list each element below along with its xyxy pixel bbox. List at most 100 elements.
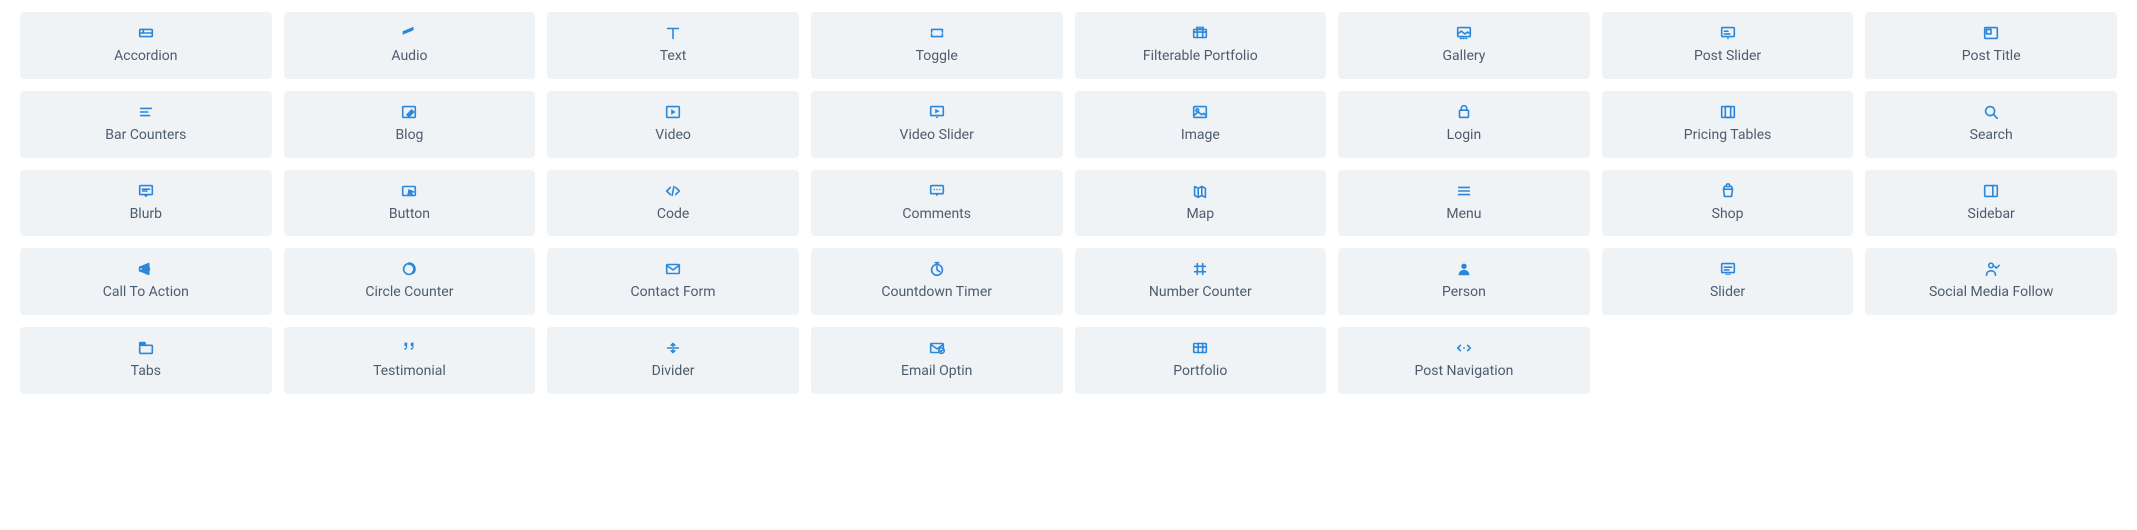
- module-tile-button[interactable]: Button: [284, 170, 536, 237]
- blog-icon: [400, 103, 418, 121]
- module-label: Post Navigation: [1415, 363, 1514, 380]
- module-tile-login[interactable]: Login: [1338, 91, 1590, 158]
- module-label: Login: [1447, 127, 1482, 144]
- module-label: Countdown Timer: [881, 284, 992, 301]
- blurb-icon: [137, 182, 155, 200]
- login-icon: [1455, 103, 1473, 121]
- module-tile-post-slider[interactable]: Post Slider: [1602, 12, 1854, 79]
- module-tile-divider[interactable]: Divider: [547, 327, 799, 394]
- module-tile-code[interactable]: Code: [547, 170, 799, 237]
- module-tile-pricing-tables[interactable]: Pricing Tables: [1602, 91, 1854, 158]
- menu-icon: [1455, 182, 1473, 200]
- module-tile-call-to-action[interactable]: Call To Action: [20, 248, 272, 315]
- module-label: Tabs: [131, 363, 161, 380]
- module-tile-person[interactable]: Person: [1338, 248, 1590, 315]
- module-tile-testimonial[interactable]: Testimonial: [284, 327, 536, 394]
- module-label: Circle Counter: [365, 284, 453, 301]
- module-tile-search[interactable]: Search: [1865, 91, 2117, 158]
- module-grid: Accordion Audio Text Toggle Filterable Portf…: [20, 12, 2117, 394]
- module-label: Social Media Follow: [1929, 284, 2053, 301]
- module-label: Sidebar: [1968, 206, 2015, 223]
- post-slider-icon: [1719, 24, 1737, 42]
- module-tile-text[interactable]: Text: [547, 12, 799, 79]
- person-icon: [1455, 260, 1473, 278]
- module-label: Bar Counters: [105, 127, 186, 144]
- module-label: Search: [1970, 127, 2013, 144]
- module-tile-blog[interactable]: Blog: [284, 91, 536, 158]
- module-label: Text: [660, 48, 687, 65]
- module-tile-shop[interactable]: Shop: [1602, 170, 1854, 237]
- comments-icon: [928, 182, 946, 200]
- module-tile-accordion[interactable]: Accordion: [20, 12, 272, 79]
- filterable-portfolio-icon: [1191, 24, 1209, 42]
- module-tile-circle-counter[interactable]: Circle Counter: [284, 248, 536, 315]
- social-media-follow-icon: [1982, 260, 2000, 278]
- module-tile-email-optin[interactable]: Email Optin: [811, 327, 1063, 394]
- module-label: Map: [1186, 206, 1214, 223]
- module-tile-blurb[interactable]: Blurb: [20, 170, 272, 237]
- module-tile-video-slider[interactable]: Video Slider: [811, 91, 1063, 158]
- button-icon: [400, 182, 418, 200]
- module-label: Portfolio: [1173, 363, 1227, 380]
- module-tile-portfolio[interactable]: Portfolio: [1075, 327, 1327, 394]
- module-tile-number-counter[interactable]: Number Counter: [1075, 248, 1327, 315]
- image-icon: [1191, 103, 1209, 121]
- slider-icon: [1719, 260, 1737, 278]
- module-label: Divider: [652, 363, 695, 380]
- module-tile-map[interactable]: Map: [1075, 170, 1327, 237]
- countdown-timer-icon: [928, 260, 946, 278]
- sidebar-icon: [1982, 182, 2000, 200]
- module-tile-filterable-portfolio[interactable]: Filterable Portfolio: [1075, 12, 1327, 79]
- video-slider-icon: [928, 103, 946, 121]
- module-label: Person: [1442, 284, 1486, 301]
- module-label: Blurb: [130, 206, 162, 223]
- module-tile-contact-form[interactable]: Contact Form: [547, 248, 799, 315]
- module-label: Video: [655, 127, 691, 144]
- module-label: Image: [1181, 127, 1220, 144]
- module-label: Number Counter: [1149, 284, 1252, 301]
- module-label: Contact Form: [631, 284, 716, 301]
- shop-icon: [1719, 182, 1737, 200]
- module-tile-post-navigation[interactable]: Post Navigation: [1338, 327, 1590, 394]
- module-label: Blog: [395, 127, 423, 144]
- accordion-icon: [137, 24, 155, 42]
- number-counter-icon: [1191, 260, 1209, 278]
- module-label: Filterable Portfolio: [1143, 48, 1258, 65]
- module-label: Testimonial: [373, 363, 446, 380]
- module-label: Audio: [391, 48, 427, 65]
- module-label: Call To Action: [103, 284, 189, 301]
- divider-icon: [664, 339, 682, 357]
- module-label: Menu: [1446, 206, 1481, 223]
- module-tile-post-title[interactable]: Post Title: [1865, 12, 2117, 79]
- code-icon: [664, 182, 682, 200]
- module-label: Comments: [902, 206, 971, 223]
- video-icon: [664, 103, 682, 121]
- post-navigation-icon: [1455, 339, 1473, 357]
- module-label: Code: [657, 206, 689, 223]
- bar-counters-icon: [137, 103, 155, 121]
- module-tile-comments[interactable]: Comments: [811, 170, 1063, 237]
- module-tile-video[interactable]: Video: [547, 91, 799, 158]
- portfolio-icon: [1191, 339, 1209, 357]
- module-label: Button: [389, 206, 430, 223]
- pricing-tables-icon: [1719, 103, 1737, 121]
- map-icon: [1191, 182, 1209, 200]
- module-tile-social-media-follow[interactable]: Social Media Follow: [1865, 248, 2117, 315]
- module-tile-image[interactable]: Image: [1075, 91, 1327, 158]
- text-icon: [664, 24, 682, 42]
- module-tile-menu[interactable]: Menu: [1338, 170, 1590, 237]
- module-tile-countdown-timer[interactable]: Countdown Timer: [811, 248, 1063, 315]
- module-label: Accordion: [114, 48, 177, 65]
- module-tile-tabs[interactable]: Tabs: [20, 327, 272, 394]
- tabs-icon: [137, 339, 155, 357]
- module-tile-slider[interactable]: Slider: [1602, 248, 1854, 315]
- module-tile-gallery[interactable]: Gallery: [1338, 12, 1590, 79]
- module-tile-toggle[interactable]: Toggle: [811, 12, 1063, 79]
- module-tile-bar-counters[interactable]: Bar Counters: [20, 91, 272, 158]
- module-label: Post Title: [1962, 48, 2021, 65]
- audio-icon: [400, 24, 418, 42]
- module-tile-sidebar[interactable]: Sidebar: [1865, 170, 2117, 237]
- module-label: Shop: [1712, 206, 1744, 223]
- module-tile-audio[interactable]: Audio: [284, 12, 536, 79]
- gallery-icon: [1455, 24, 1473, 42]
